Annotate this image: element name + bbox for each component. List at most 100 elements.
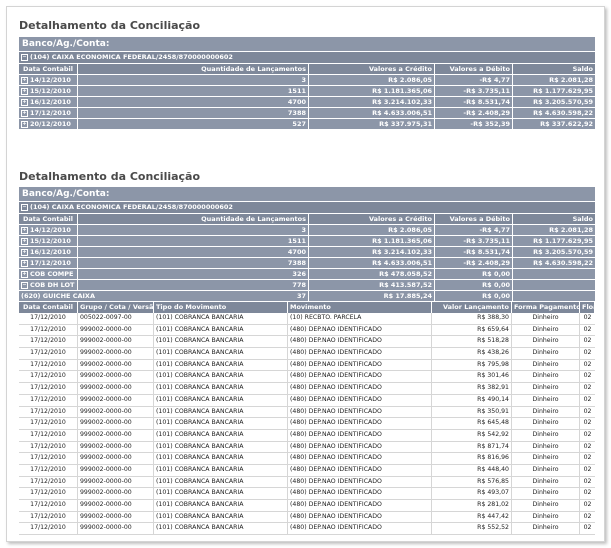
cell-float: 02 [583,501,592,508]
group-row[interactable]: − COB DH LOT 778 R$ 413.587,52 R$ 0,00 [19,279,595,290]
cell-grupo: 999002-0000-00 [78,429,154,441]
dheader-grupo: Grupo / Cota / Versão [80,302,154,313]
table-row[interactable]: 17/12/2010 999002-0000-00 (101) COBRANCA B… [19,418,595,430]
cell-date: 17/12/2010 [19,476,78,488]
debit-cell: -R$ 352,39 [435,119,513,129]
table-row[interactable]: 17/12/2010 999002-0000-00 (101) COBRANCA B… [19,394,595,407]
cell-forma: Dinheiro [512,511,580,523]
expand-icon[interactable]: + [21,270,28,278]
expand-icon[interactable]: + [21,87,28,95]
expand-icon[interactable]: + [21,237,28,245]
table-row[interactable]: 17/12/2010 999002-0000-00 (101) COBRANCA B… [19,441,595,454]
cell-valor: R$ 795,98 [432,359,512,371]
table-row[interactable]: 17/12/2010 999002-0000-00 (101) COBRANCA B… [19,464,595,477]
cell-movimento: (480) DEP.NAO IDENTIFICADO [288,406,432,418]
collapse-icon[interactable]: − [21,203,28,211]
summary-row[interactable]: +14/12/2010 3 R$ 2.086,05 -R$ 4,77 R$ 2.081,… [19,74,595,85]
cell-movimento: (480) DEP.NAO IDENTIFICADO [288,453,432,464]
table-row[interactable]: 17/12/2010 999002-0000-00 (101) COBRANCA B… [19,336,595,349]
expand-icon[interactable]: + [21,226,28,234]
cell-movimento: (480) DEP.NAO IDENTIFICADO [288,336,432,348]
table-row[interactable]: 17/12/2010 005022-0097-00 (101) COBRANCA B… [19,313,595,325]
table-row[interactable]: 17/12/2010 999002-0000-00 (101) COBRANCA B… [19,523,595,536]
group-credit: R$ 478.058,52 [309,269,435,279]
header-saldo: Saldo [572,215,593,223]
cell-forma: Dinheiro [512,453,580,464]
cell-date: 17/12/2010 [19,488,78,499]
cell-movimento: (480) DEP.NAO IDENTIFICADO [288,511,432,523]
cell-grupo: 999002-0000-00 [78,359,154,371]
summary-row[interactable]: +15/12/2010 1511 R$ 1.181.365,06 -R$ 3.735,… [19,85,595,96]
saldo-cell: R$ 3.205.570,59 [533,98,593,106]
cell-forma: Dinheiro [512,394,580,406]
group-credit: R$ 413.587,52 [309,280,435,290]
table-row[interactable]: 17/12/2010 999002-0000-00 (101) COBRANCA B… [19,348,595,360]
cell-movimento: (480) DEP.NAO IDENTIFICADO [288,348,432,359]
cell-movimento: (480) DEP.NAO IDENTIFICADO [288,500,432,511]
table-row[interactable]: 17/12/2010 999002-0000-00 (101) COBRANCA B… [19,488,595,500]
cell-tipo: (101) COBRANCA BANCARIA [154,429,288,441]
section2-table: Banco/Ag./Conta: − (104) CAIXA ECONOMICA … [19,187,595,536]
saldo-cell: R$ 3.205.570,59 [533,248,593,256]
cell-forma: Dinheiro [512,464,580,476]
cell-tipo: (101) COBRANCA BANCARIA [154,441,288,453]
table-row[interactable]: 17/12/2010 999002-0000-00 (101) COBRANCA B… [19,511,595,524]
summary-row[interactable]: +16/12/2010 4700 R$ 3.214.102,33 -R$ 8.531,… [19,246,595,257]
qty-cell: 7388 [78,108,309,118]
cell-tipo: (101) COBRANCA BANCARIA [154,464,288,476]
cell-grupo: 999002-0000-00 [78,441,154,453]
guiche-label-text: (620) GUICHE CAIXA [21,292,95,300]
date-cell: +17/12/2010 [19,108,78,118]
cell-movimento: (480) DEP.NAO IDENTIFICADO [288,394,432,406]
cell-valor: R$ 301,46 [432,371,512,383]
cell-forma: Dinheiro [512,488,580,499]
expand-icon[interactable]: + [21,98,28,106]
summary-row[interactable]: +14/12/2010 3 R$ 2.086,05 -R$ 4,77 R$ 2.081,… [19,224,595,235]
cell-float: 02 [583,489,592,497]
table-row[interactable]: 17/12/2010 999002-0000-00 (101) COBRANCA B… [19,359,595,372]
cell-forma: Dinheiro [512,441,580,453]
group-label-cell: + COB COMPE [19,269,78,279]
agency-label: (104) CAIXA ECONOMICA FEDERAL/2458/87000… [30,203,233,211]
cell-date: 17/12/2010 [19,313,78,324]
cell-valor: R$ 448,40 [432,464,512,476]
table-row[interactable]: 17/12/2010 999002-0000-00 (101) COBRANCA B… [19,429,595,442]
cell-grupo: 999002-0000-00 [78,324,154,336]
dheader-valor: Valor Lançamento [432,302,512,313]
expand-icon[interactable]: + [21,76,28,84]
table-row[interactable]: 17/12/2010 999002-0000-00 (101) COBRANCA B… [19,500,595,512]
saldo-cell: R$ 4.630.598,22 [533,109,593,117]
table-row[interactable]: 17/12/2010 999002-0000-00 (101) COBRANCA B… [19,406,595,419]
table-row[interactable]: 17/12/2010 999002-0000-00 (101) COBRANCA B… [19,371,595,384]
guiche-row[interactable]: (620) GUICHE CAIXA 37 R$ 17.885,24 R$ 0,0… [19,290,595,301]
cell-tipo: (101) COBRANCA BANCARIA [154,383,288,394]
summary-row[interactable]: +16/12/2010 4700 R$ 3.214.102,33 -R$ 8.531,… [19,96,595,107]
cell-valor: R$ 388,30 [432,313,512,324]
expand-icon[interactable]: − [21,281,28,289]
cell-float: 02 [583,442,592,450]
table-row[interactable]: 17/12/2010 999002-0000-00 (101) COBRANCA B… [19,453,595,465]
expand-icon[interactable]: + [21,109,28,117]
expand-icon[interactable]: + [21,120,28,128]
qty-cell: 3 [78,225,309,235]
qty-cell: 4700 [78,247,309,257]
summary-row[interactable]: +15/12/2010 1511 R$ 1.181.365,06 -R$ 3.735,… [19,235,595,246]
cell-forma: Dinheiro [512,336,580,348]
expand-icon[interactable]: + [21,259,28,267]
collapse-icon[interactable]: − [21,53,28,61]
cell-grupo: 999002-0000-00 [78,348,154,359]
group-saldo [513,280,595,290]
table-row[interactable]: 17/12/2010 999002-0000-00 (101) COBRANCA B… [19,383,595,395]
agency-row[interactable]: − (104) CAIXA ECONOMICA FEDERAL/2458/8700… [19,201,595,213]
agency-row[interactable]: − (104) CAIXA ECONOMICA FEDERAL/2458/8700… [19,51,595,63]
summary-row[interactable]: +17/12/2010 7388 R$ 4.633.006,51 -R$ 2.408,… [19,107,595,118]
summary-row[interactable]: +17/12/2010 7388 R$ 4.633.006,51 -R$ 2.408,… [19,257,595,268]
table-row[interactable]: 17/12/2010 999002-0000-00 (101) COBRANCA B… [19,476,595,489]
saldo-cell: R$ 337.622,92 [540,120,593,128]
qty-cell: 527 [78,119,309,129]
cell-grupo: 999002-0000-00 [78,406,154,418]
table-row[interactable]: 17/12/2010 999002-0000-00 (101) COBRANCA B… [19,324,595,337]
expand-icon[interactable]: + [21,248,28,256]
group-row[interactable]: + COB COMPE 326 R$ 478.058,52 R$ 0,00 [19,268,595,279]
summary-row[interactable]: +20/12/2010 527 R$ 337.975,31 -R$ 352,39 R$ … [19,118,595,129]
